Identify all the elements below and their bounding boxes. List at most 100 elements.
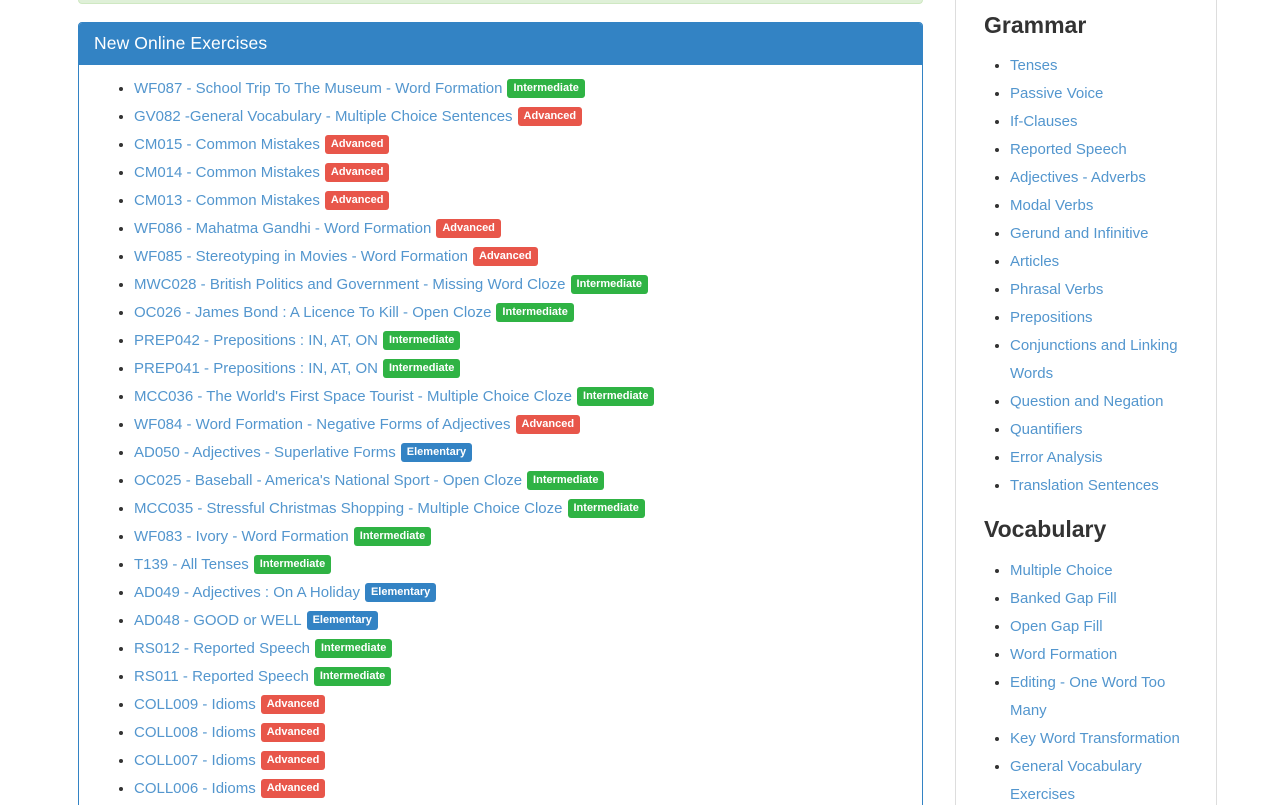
exercise-link[interactable]: MCC035 - Stressful Christmas Shopping - …	[134, 500, 563, 517]
grammar-item: Adjectives - Adverbs	[1010, 164, 1202, 192]
exercise-list-item: WF084 - Word Formation - Negative Forms …	[134, 411, 907, 439]
vocabulary-item: Open Gap Fill	[1010, 613, 1202, 641]
exercise-link[interactable]: RS012 - Reported Speech	[134, 640, 310, 657]
level-badge: Intermediate	[527, 471, 604, 490]
exercise-link[interactable]: COLL006 - Idioms	[134, 780, 256, 797]
exercise-link[interactable]: AD048 - GOOD or WELL	[134, 612, 302, 629]
grammar-list: Tenses Passive Voice If-Clauses Reported Sp…	[970, 52, 1202, 500]
vocabulary-link[interactable]: Editing - One Word Too Many	[1010, 674, 1165, 719]
grammar-item: Quantifiers	[1010, 416, 1202, 444]
exercise-link[interactable]: WF087 - School Trip To The Museum - Word…	[134, 80, 502, 97]
level-badge: Advanced	[261, 779, 326, 798]
vocabulary-link[interactable]: Banked Gap Fill	[1010, 590, 1117, 607]
level-badge: Intermediate	[568, 499, 645, 518]
vocabulary-item: General Vocabulary Exercises	[1010, 753, 1202, 805]
categories-card-body: Grammar Tenses Passive Voice If-Clauses Rep…	[956, 0, 1216, 805]
exercise-list-item: CM013 - Common MistakesAdvanced	[134, 187, 907, 215]
vocabulary-link[interactable]: Open Gap Fill	[1010, 618, 1103, 635]
grammar-link[interactable]: If-Clauses	[1010, 113, 1078, 130]
grammar-item: Phrasal Verbs	[1010, 276, 1202, 304]
grammar-link[interactable]: Question and Negation	[1010, 393, 1163, 410]
grammar-link[interactable]: Error Analysis	[1010, 449, 1103, 466]
exercise-list-item: OC026 - James Bond : A Licence To Kill -…	[134, 299, 907, 327]
vocabulary-link[interactable]: Word Formation	[1010, 646, 1117, 663]
exercise-list-item: RS012 - Reported Speech Intermediate	[134, 635, 907, 663]
level-badge: Intermediate	[315, 639, 392, 658]
grammar-link[interactable]: Gerund and Infinitive	[1010, 225, 1148, 242]
grammar-link[interactable]: Adjectives - Adverbs	[1010, 169, 1146, 186]
exercise-list-item: COLL008 - IdiomsAdvanced	[134, 719, 907, 747]
exercise-link[interactable]: COLL009 - Idioms	[134, 696, 256, 713]
level-badge: Intermediate	[254, 555, 331, 574]
grammar-item: Reported Speech	[1010, 136, 1202, 164]
grammar-link[interactable]: Translation Sentences	[1010, 477, 1159, 494]
grammar-link[interactable]: Phrasal Verbs	[1010, 281, 1103, 298]
exercise-list-item: COLL006 - Idioms Advanced	[134, 775, 907, 803]
exercise-list-item: MWC028 - British Politics and Government…	[134, 271, 907, 299]
level-badge: Advanced	[518, 107, 583, 126]
level-badge: Intermediate	[354, 527, 431, 546]
exercise-link[interactable]: PREP041 - Prepositions : IN, AT, ON	[134, 360, 378, 377]
level-badge: Intermediate	[383, 359, 460, 378]
exercise-link[interactable]: T139 - All Tenses	[134, 556, 249, 573]
level-badge: Intermediate	[314, 667, 391, 686]
vocabulary-link[interactable]: General Vocabulary Exercises	[1010, 758, 1142, 803]
grammar-item: Error Analysis	[1010, 444, 1202, 472]
grammar-link[interactable]: Articles	[1010, 253, 1059, 270]
level-badge: Advanced	[261, 695, 326, 714]
grammar-item: Tenses	[1010, 52, 1202, 80]
grammar-link[interactable]: Tenses	[1010, 57, 1058, 74]
grammar-link[interactable]: Quantifiers	[1010, 421, 1083, 438]
vocabulary-link[interactable]: Key Word Transformation	[1010, 730, 1180, 747]
panel-body: WF087 - School Trip To The Museum - Word…	[79, 65, 922, 805]
level-badge: Intermediate	[507, 79, 584, 98]
grammar-link[interactable]: Passive Voice	[1010, 85, 1103, 102]
exercise-link[interactable]: WF084 - Word Formation - Negative Forms …	[134, 416, 511, 433]
vocabulary-item: Multiple Choice	[1010, 557, 1202, 585]
level-badge: Intermediate	[383, 331, 460, 350]
exercise-link[interactable]: OC025 - Baseball - America's National Sp…	[134, 472, 522, 489]
exercise-list-item: CM014 - Common MistakesAdvanced	[134, 159, 907, 187]
exercise-link[interactable]: AD050 - Adjectives - Superlative Forms	[134, 444, 396, 461]
exercise-link[interactable]: COLL007 - Idioms	[134, 752, 256, 769]
exercise-link[interactable]: WF083 - Ivory - Word Formation	[134, 528, 349, 545]
exercise-link[interactable]: CM014 - Common Mistakes	[134, 164, 320, 181]
exercise-link[interactable]: AD049 - Adjectives : On A Holiday	[134, 584, 360, 601]
exercise-link[interactable]: WF086 - Mahatma Gandhi - Word Formation	[134, 220, 431, 237]
exercise-link[interactable]: PREP042 - Prepositions : IN, AT, ON	[134, 332, 378, 349]
exercise-link[interactable]: RS011 - Reported Speech	[134, 668, 309, 685]
exercise-link[interactable]: COLL008 - Idioms	[134, 724, 256, 741]
exercise-link[interactable]: MCC036 - The World's First Space Tourist…	[134, 388, 572, 405]
exercise-link[interactable]: CM013 - Common Mistakes	[134, 192, 320, 209]
grammar-link[interactable]: Conjunctions and Linking Words	[1010, 337, 1178, 382]
grammar-link[interactable]: Prepositions	[1010, 309, 1093, 326]
right-sidebar: Grammar Tenses Passive Voice If-Clauses Rep…	[955, 0, 1217, 805]
level-badge: Intermediate	[496, 303, 573, 322]
level-badge: Advanced	[436, 219, 501, 238]
exercise-link[interactable]: WF085 - Stereotyping in Movies - Word Fo…	[134, 248, 468, 265]
exercise-list-item: AD048 - GOOD or WELLElementary	[134, 607, 907, 635]
exercise-list: WF087 - School Trip To The Museum - Word…	[94, 75, 907, 803]
exercise-link[interactable]: CM015 - Common Mistakes	[134, 136, 320, 153]
exercise-link[interactable]: OC026 - James Bond : A Licence To Kill -…	[134, 304, 491, 321]
exercise-link[interactable]: GV082 -General Vocabulary - Multiple Cho…	[134, 108, 513, 125]
panel-title: New Online Exercises	[79, 23, 922, 65]
vocabulary-link[interactable]: Multiple Choice	[1010, 562, 1113, 579]
level-badge: Advanced	[516, 415, 581, 434]
grammar-item: Articles	[1010, 248, 1202, 276]
vocabulary-list: Multiple Choice Banked Gap Fill Open Gap F…	[970, 557, 1202, 805]
grammar-link[interactable]: Reported Speech	[1010, 141, 1127, 158]
grammar-item: Conjunctions and Linking Words	[1010, 332, 1202, 388]
level-badge: Advanced	[261, 751, 326, 770]
exercise-list-item: OC025 - Baseball - America's National Sp…	[134, 467, 907, 495]
vocabulary-item: Word Formation	[1010, 641, 1202, 669]
level-badge: Intermediate	[571, 275, 648, 294]
exercise-list-item: AD049 - Adjectives : On A HolidayElement…	[134, 579, 907, 607]
exercise-list-item: WF087 - School Trip To The Museum - Word…	[134, 75, 907, 103]
grammar-link[interactable]: Modal Verbs	[1010, 197, 1093, 214]
grammar-item: Prepositions	[1010, 304, 1202, 332]
exercise-list-item: COLL009 - Idioms Advanced	[134, 691, 907, 719]
grammar-heading: Grammar	[970, 0, 1202, 38]
exercise-link[interactable]: MWC028 - British Politics and Government…	[134, 276, 566, 293]
grammar-item: If-Clauses	[1010, 108, 1202, 136]
